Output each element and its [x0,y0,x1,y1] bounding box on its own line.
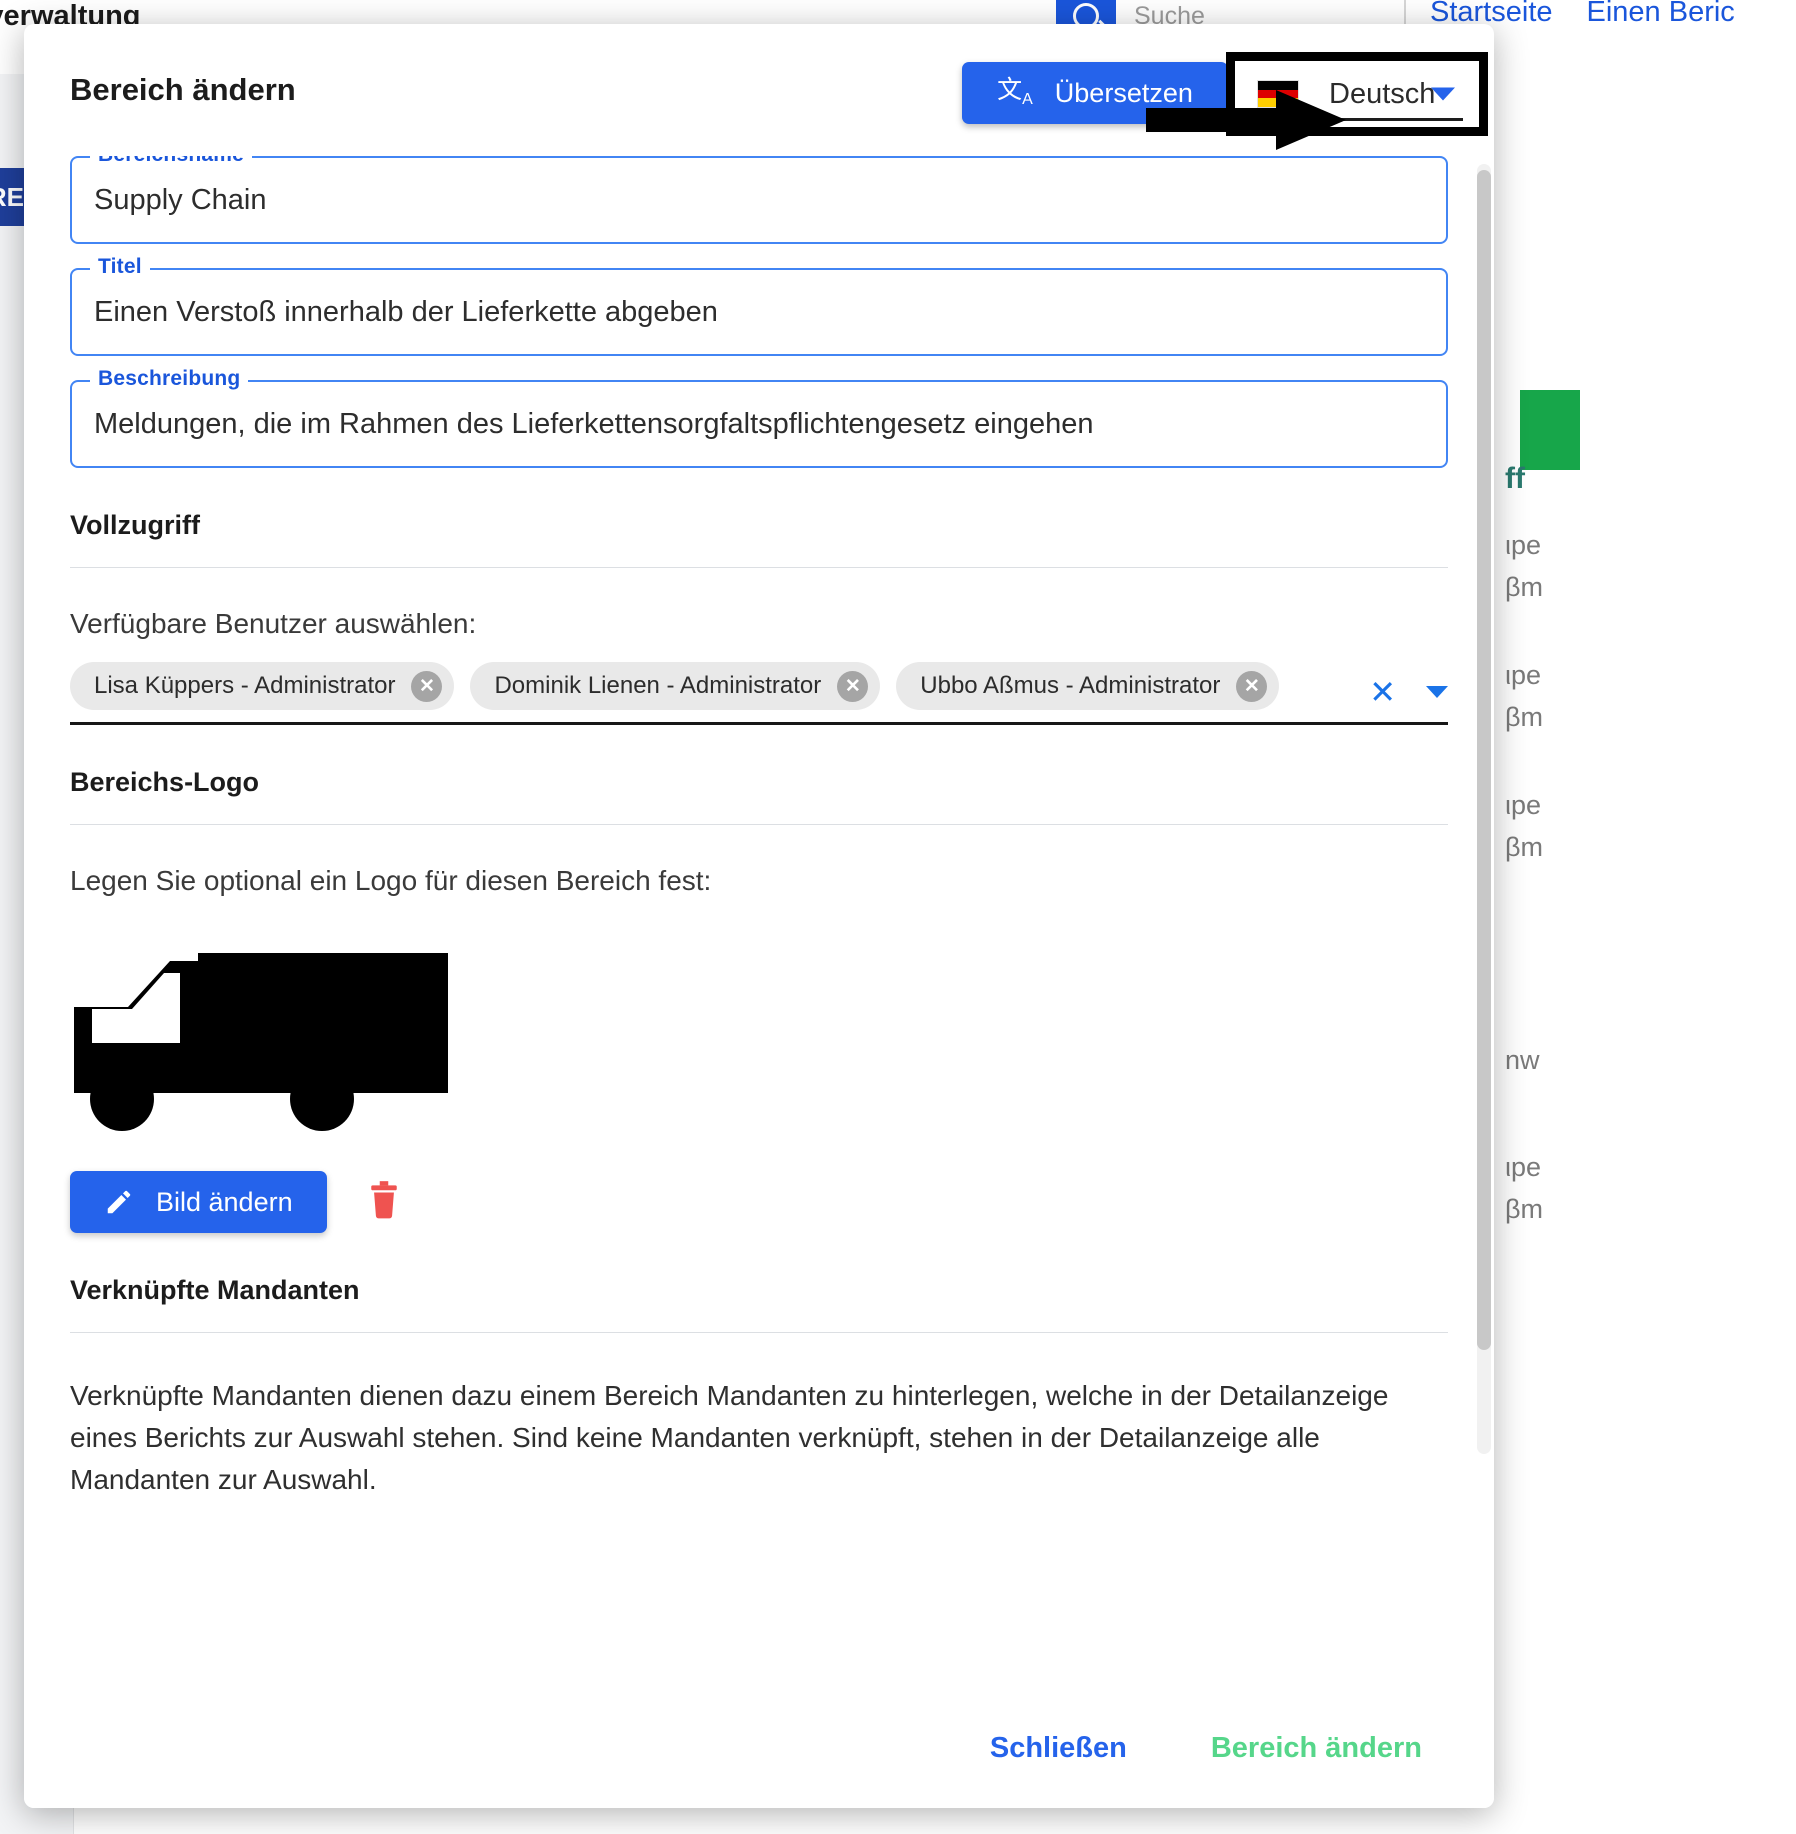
user-chip[interactable]: Lisa Küppers - Administrator ✕ [70,662,454,710]
change-image-button[interactable]: Bild ändern [70,1171,327,1233]
background-right-text: βm [1505,572,1543,603]
divider [70,824,1448,825]
flag-de-icon [1257,80,1299,108]
modal-scrollbar-thumb[interactable] [1477,170,1491,1350]
close-button[interactable]: Schließen [990,1732,1127,1765]
background-right-text: βm [1505,1194,1543,1225]
chevron-down-icon[interactable] [1426,686,1448,698]
user-select-actions: ✕ [1369,676,1448,708]
page-title: Bereich ändern [70,72,296,108]
user-chip-label: Lisa Küppers - Administrator [94,672,395,700]
area-name-label: Bereichsname [90,156,252,167]
user-chips-input[interactable]: Lisa Küppers - Administrator ✕ Dominik L… [70,662,1448,725]
modal-footer: Schließen Bereich ändern [24,1688,1494,1808]
title-label: Titel [90,255,150,279]
area-logo-subtext: Legen Sie optional ein Logo für diesen B… [70,865,1448,897]
divider [70,567,1448,568]
title-field[interactable]: Titel Einen Verstoß innerhalb der Liefer… [70,268,1448,356]
user-chip-label: Ubbo Aßmus - Administrator [920,672,1220,700]
background-right-text: ιpe [1505,1152,1541,1183]
full-access-heading: Vollzugriff [70,510,1448,541]
language-select-value: Deutsch [1329,78,1435,111]
modal-header: Bereich ändern 文A Übersetzen Deutsch [24,24,1494,156]
close-icon[interactable]: ✕ [1236,671,1267,702]
background-right-text: βm [1505,832,1543,863]
close-icon[interactable]: ✕ [837,671,868,702]
clear-all-icon[interactable]: ✕ [1369,676,1396,708]
nav-item-report[interactable]: Einen Beric [1587,0,1735,29]
logo-actions: Bild ändern [70,1171,1448,1233]
background-right-text: nw [1505,1045,1540,1076]
background-right-accent-text: ff [1505,462,1525,496]
user-chip[interactable]: Dominik Lienen - Administrator ✕ [470,662,880,710]
translate-button-label: Übersetzen [1055,78,1193,109]
save-area-button[interactable]: Bereich ändern [1211,1732,1422,1765]
linked-clients-paragraph: Verknüpfte Mandanten dienen dazu einem B… [70,1375,1430,1501]
close-icon[interactable]: ✕ [411,671,442,702]
description-field[interactable]: Beschreibung Meldungen, die im Rahmen de… [70,380,1448,468]
select-users-label: Verfügbare Benutzer auswählen: [70,608,1448,640]
trash-icon [367,1181,401,1221]
chevron-down-icon[interactable] [1431,88,1455,101]
change-image-button-label: Bild ändern [156,1187,293,1218]
background-right-text: ιpe [1505,530,1541,561]
delete-image-button[interactable] [363,1177,405,1228]
background-green-block [1520,390,1580,470]
truck-icon [70,947,450,1147]
translate-button[interactable]: 文A Übersetzen [962,62,1228,124]
title-input[interactable]: Einen Verstoß innerhalb der Lieferkette … [94,296,718,329]
area-name-field[interactable]: Bereichsname Supply Chain [70,156,1448,244]
background-right-text: ιpe [1505,660,1541,691]
background-right-strip [1500,74,1796,1834]
user-chip-label: Dominik Lienen - Administrator [494,672,821,700]
area-logo-preview [70,947,450,1147]
description-input[interactable]: Meldungen, die im Rahmen des Lieferkette… [94,408,1094,441]
area-logo-heading: Bereichs-Logo [70,767,1448,798]
translate-icon: 文A [997,78,1033,108]
background-right-text: ιpe [1505,790,1541,821]
description-label: Beschreibung [90,367,248,391]
divider [70,1332,1448,1333]
language-select[interactable]: Deutsch [1226,52,1488,136]
user-chip[interactable]: Ubbo Aßmus - Administrator ✕ [896,662,1279,710]
edit-area-modal: Bereich ändern 文A Übersetzen Deutsch Ber… [24,24,1494,1808]
pencil-icon [104,1187,134,1217]
linked-clients-heading: Verknüpfte Mandanten [70,1275,1448,1306]
modal-body: Bereichsname Supply Chain Titel Einen Ve… [24,156,1494,1736]
background-right-text: βm [1505,702,1543,733]
area-name-input[interactable]: Supply Chain [94,184,267,217]
language-select-underline [1259,118,1463,121]
